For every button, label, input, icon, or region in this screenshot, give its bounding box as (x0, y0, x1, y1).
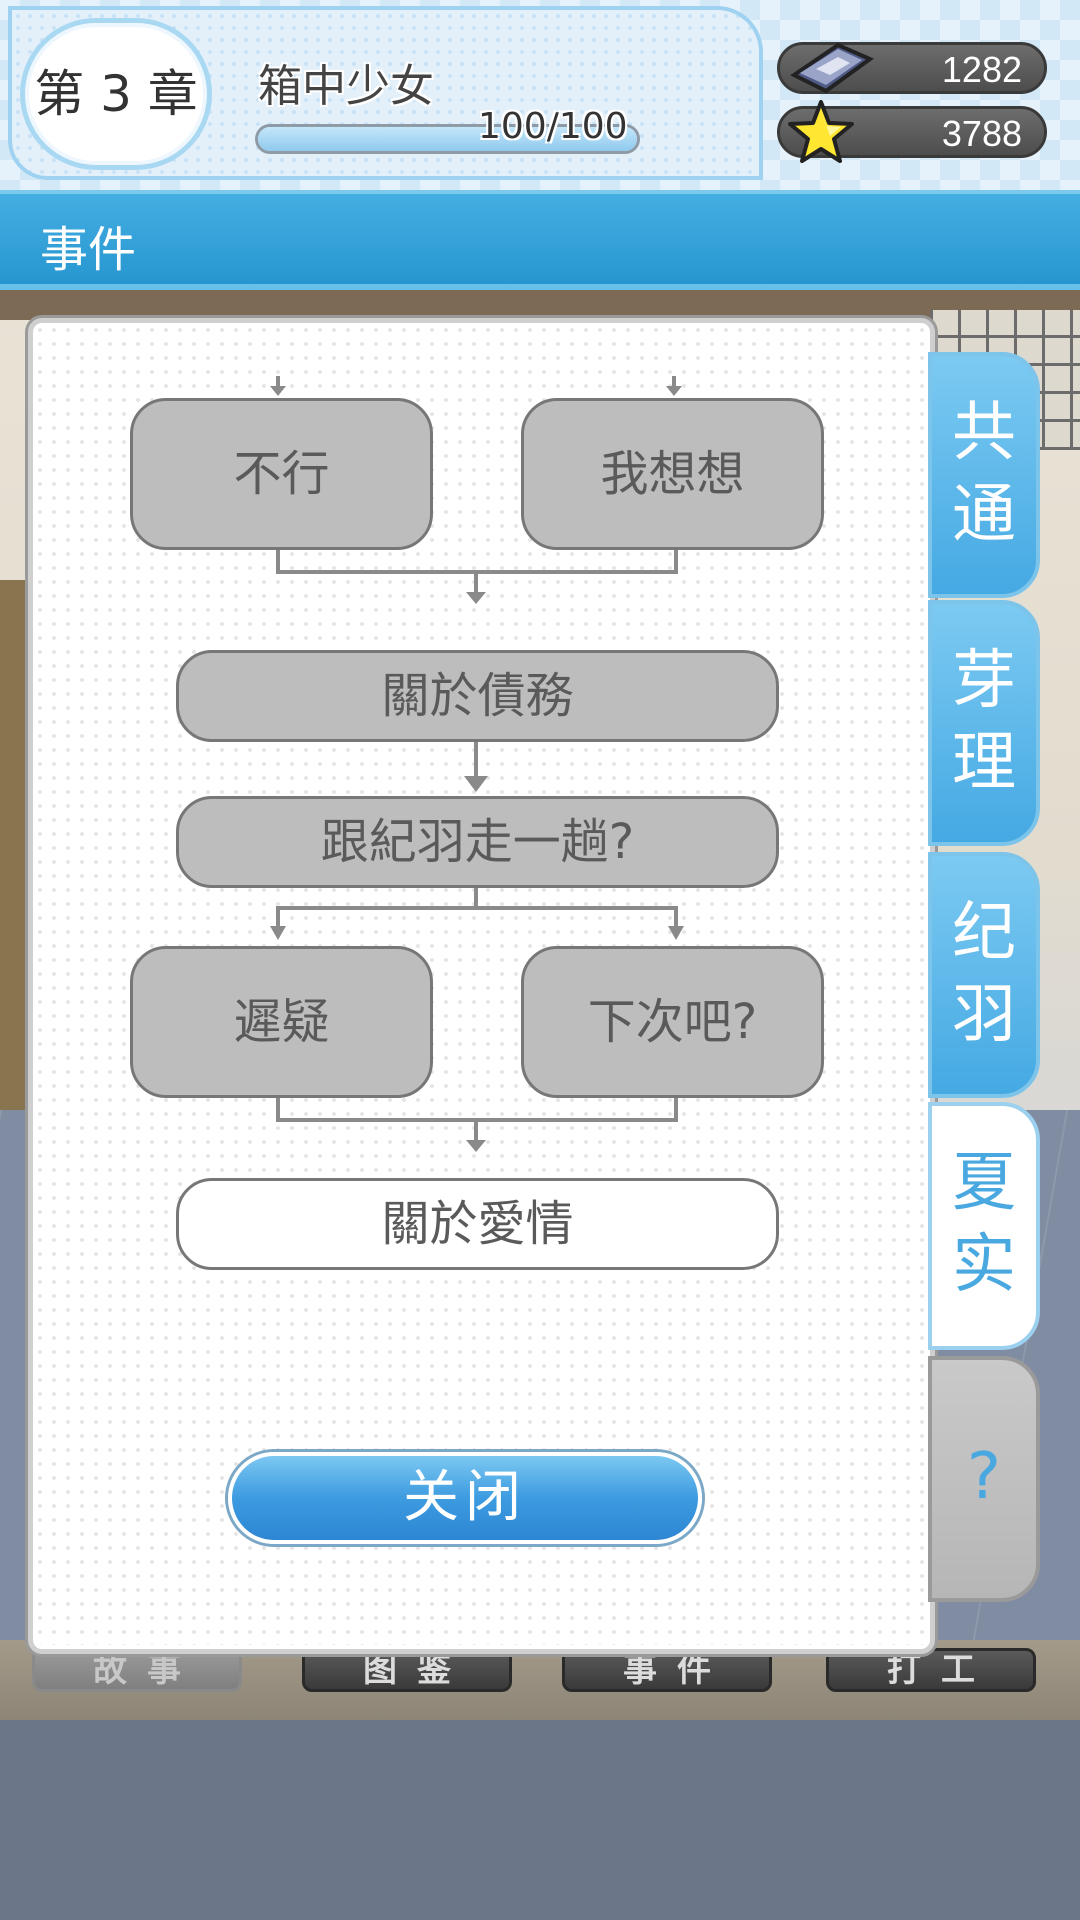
tab-locked-char: ? (967, 1440, 1001, 1514)
flow-node-next-time[interactable]: 下次吧? (521, 946, 824, 1098)
tab-locked[interactable]: ? (928, 1356, 1040, 1602)
tab-common[interactable]: 共 通 (928, 352, 1040, 598)
tab-xiami-char2: 实 (952, 1228, 1016, 1302)
tab-jiyu-char1: 纪 (952, 896, 1016, 970)
flow-node-refuse[interactable]: 不行 (130, 398, 433, 550)
flow-node-think[interactable]: 我想想 (521, 398, 824, 550)
tab-common-char2: 通 (952, 478, 1016, 552)
flow-node-debt[interactable]: 關於債務 (176, 650, 779, 742)
tab-yari-char1: 芽 (952, 644, 1016, 718)
tab-jiyu-char2: 羽 (952, 978, 1016, 1052)
tab-yari[interactable]: 芽 理 (928, 600, 1040, 846)
tab-xiami[interactable]: 夏 实 (928, 1102, 1040, 1350)
flow-node-hesitate[interactable]: 遲疑 (130, 946, 433, 1098)
close-button[interactable]: 关闭 (228, 1452, 702, 1544)
flow-node-go-with-jiyu[interactable]: 跟紀羽走一趟? (176, 796, 779, 888)
tab-common-char1: 共 (952, 396, 1016, 470)
tab-xiami-char1: 夏 (952, 1146, 1016, 1220)
flow-node-love[interactable]: 關於愛情 (176, 1178, 779, 1270)
tab-jiyu[interactable]: 纪 羽 (928, 852, 1040, 1098)
tab-yari-char2: 理 (952, 726, 1016, 800)
